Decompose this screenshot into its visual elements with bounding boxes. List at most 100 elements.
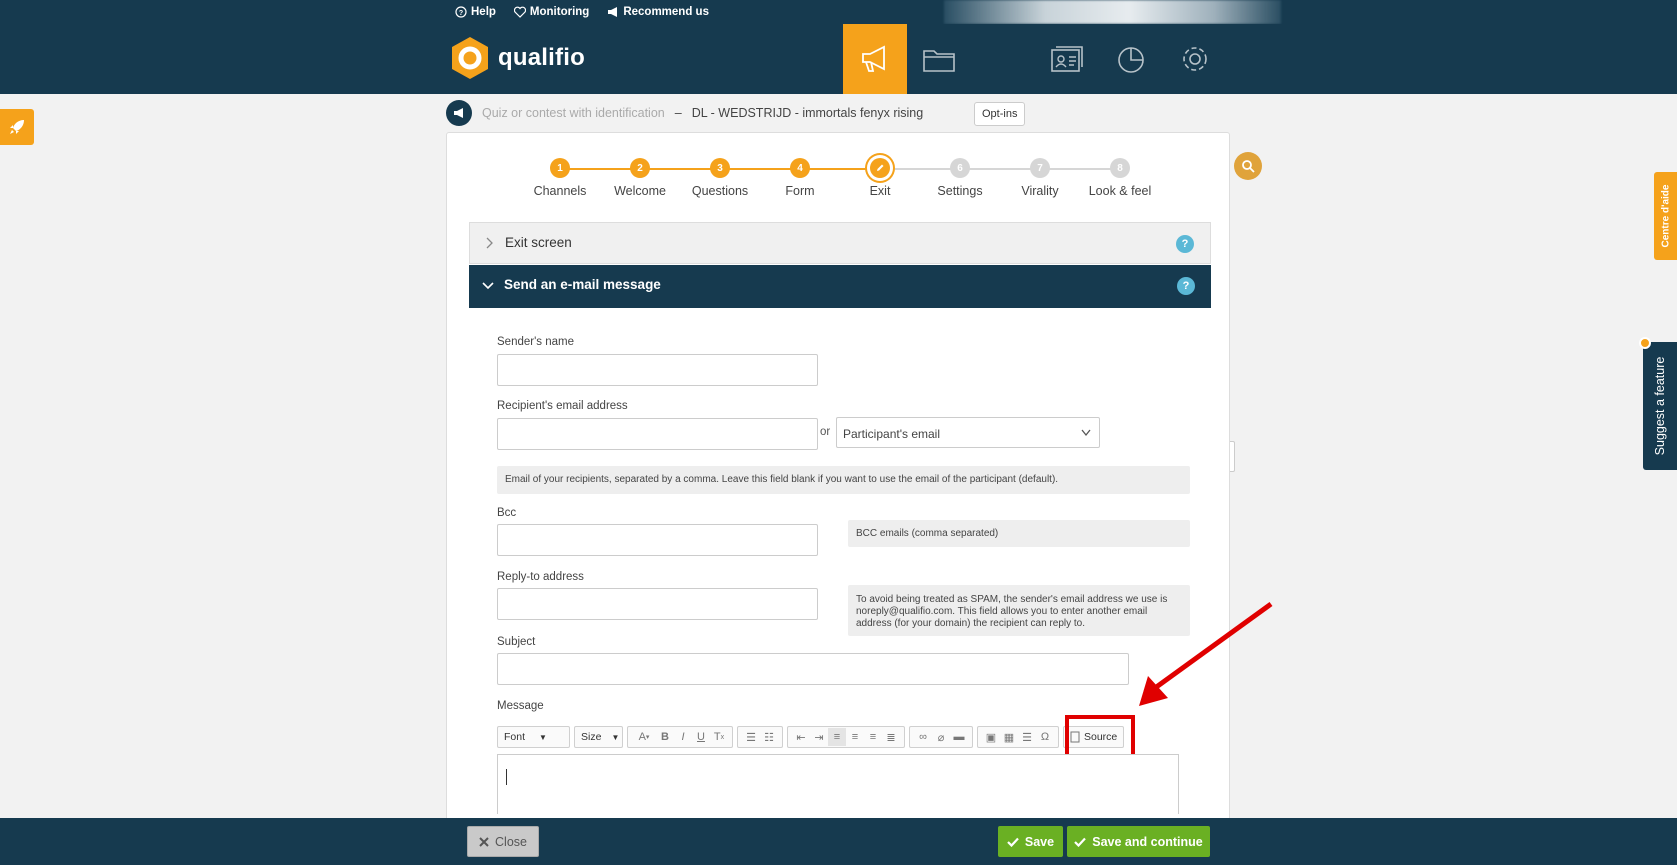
image-icon[interactable]: ▣ [982,728,1000,746]
outdent-icon[interactable]: ⇤ [792,728,810,746]
heart-monitor-icon [513,6,526,18]
align-right-icon[interactable]: ≡ [864,728,882,746]
suggest-feature-tab[interactable]: Suggest a feature [1639,337,1677,470]
close-button[interactable]: Close [467,826,539,857]
underline-icon[interactable]: U [692,728,710,746]
text-format-group: A ▾ B I U Tx [627,726,733,748]
step-channels[interactable]: 1 Channels [520,158,600,198]
help-link[interactable]: ? Help [455,6,496,18]
top-bar [0,0,1677,24]
italic-icon[interactable]: I [674,728,692,746]
logo-hex-icon [452,37,488,79]
recipient-email-input[interactable] [497,418,818,450]
accordion-title: Exit screen [505,235,572,250]
step-welcome[interactable]: 2 Welcome [600,158,680,198]
step-number: 8 [1110,158,1130,178]
contacts-icon [1051,46,1083,72]
link-icon[interactable]: ∞ [914,728,932,746]
sender-name-label: Sender's name [497,336,574,348]
step-label: Welcome [614,184,666,198]
font-dropdown-label: Font [504,731,526,743]
step-current-dot [870,158,890,178]
align-left-icon[interactable]: ≡ [828,728,846,746]
bcc-hint: BCC emails (comma separated) [848,520,1190,547]
nav-campaigns[interactable] [843,24,907,94]
campaign-name: DL - WEDSTRIJD - immortals fenyx rising [691,106,924,120]
campaign-icon [862,45,885,72]
megaphone-icon [454,108,463,118]
save-and-continue-label: Save and continue [1092,834,1203,849]
step-questions[interactable]: 3 Questions [680,158,760,198]
accordion-send-email[interactable]: Send an e-mail message ? [469,265,1211,308]
bullet-list-icon[interactable]: ☷ [760,728,778,746]
recommend-label: Recommend us [623,6,709,18]
special-char-icon[interactable]: Ω [1036,728,1054,746]
search-button[interactable] [1234,152,1262,180]
step-number: 1 [550,158,570,178]
step-label: Form [785,184,815,198]
notification-badge [1639,337,1651,349]
list-group: ☰ ☷ [737,726,783,748]
insert-group: ▣ ▦ ☰ Ω [977,726,1059,748]
align-justify-icon[interactable]: ≣ [882,728,900,746]
main-header: qualifio [0,24,1677,472]
align-center-icon[interactable]: ≡ [846,728,864,746]
text-color-icon[interactable]: A ▾ [632,728,656,746]
recommend-link[interactable]: Recommend us [607,6,709,18]
bcc-input[interactable] [497,524,818,556]
nav-settings[interactable] [1163,24,1227,94]
table-icon[interactable]: ▦ [1000,728,1018,746]
step-virality[interactable]: 7 Virality [1000,158,1080,198]
dropdown-arrow-icon: ▼ [539,732,547,742]
step-exit[interactable]: Exit [840,158,920,198]
step-form[interactable]: 4 Form [760,158,840,198]
reply-to-input[interactable] [497,588,818,620]
remove-format-icon[interactable]: Tx [710,728,728,746]
save-and-continue-button[interactable]: Save and continue [1067,826,1210,857]
nav-contacts[interactable] [1035,24,1099,94]
editor-toolbar: Font ▼ Size ▼ A ▾ B I U Tx ☰ ☷ ⇤ ⇥ ≡ ≡ ≡ ≣ … [497,726,1125,748]
font-dropdown[interactable]: Font ▼ [497,726,570,748]
save-button[interactable]: Save [998,826,1063,857]
step-label: Virality [1021,184,1059,198]
help-center-tab[interactable]: Centre d'aide [1654,172,1677,260]
megaphone-icon [608,7,618,17]
step-settings[interactable]: 6 Settings [920,158,1000,198]
campaign-type: Quiz or contest with identification [482,106,665,120]
folder-icon [923,50,955,72]
nav-stats[interactable] [1099,24,1163,94]
size-dropdown[interactable]: Size ▼ [574,726,623,748]
launch-button[interactable] [0,109,34,145]
indent-icon[interactable]: ⇥ [810,728,828,746]
breadcrumb: Quiz or contest with identification – DL… [446,100,923,126]
accordion-exit-screen[interactable]: Exit screen ? [469,222,1211,264]
rocket-icon [10,120,24,134]
horizontal-rule-icon[interactable]: ☰ [1018,728,1036,746]
search-icon [1242,160,1255,173]
qualifio-logo[interactable]: qualifio [450,36,585,80]
subject-input[interactable] [497,653,1129,685]
recipient-select[interactable]: Participant's email [836,417,1100,448]
anchor-icon[interactable]: ▬ [950,728,968,746]
sender-name-input[interactable] [497,354,818,386]
help-icon: ? [455,6,467,18]
step-number: 3 [710,158,730,178]
numbered-list-icon[interactable]: ☰ [742,728,760,746]
svg-text:?: ? [459,10,463,17]
step-label: Questions [691,184,749,198]
step-look-and-feel[interactable]: 8 Look & feel [1080,158,1160,198]
text-caret [506,769,507,785]
bold-icon[interactable]: B [656,728,674,746]
subject-label: Subject [497,636,536,648]
message-label: Message [497,700,544,712]
nav-media[interactable] [907,24,971,94]
bottom-bar [0,818,1677,865]
monitoring-link[interactable]: Monitoring [513,6,589,18]
help-tooltip-icon[interactable]: ? [1177,277,1195,295]
help-tooltip-icon[interactable]: ? [1176,235,1194,253]
message-editor[interactable] [497,754,1179,814]
unlink-icon[interactable]: ⌀ [932,728,950,746]
chart-icon [1118,47,1144,73]
step-label: Channels [533,184,587,198]
help-label: Help [471,6,496,18]
